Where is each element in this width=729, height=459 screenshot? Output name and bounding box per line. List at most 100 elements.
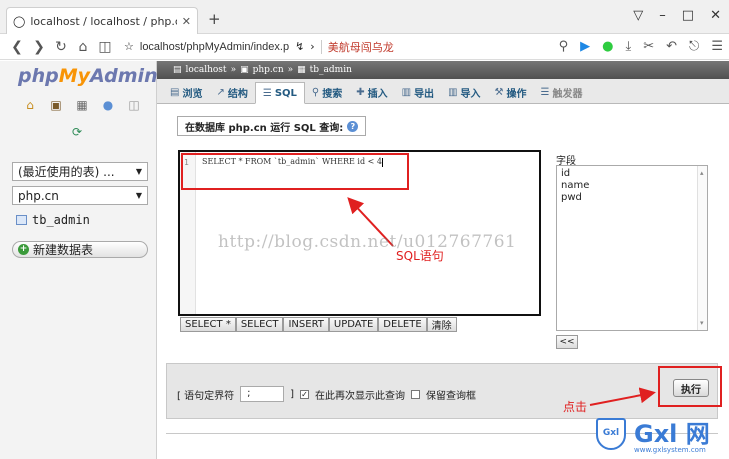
- search-icon[interactable]: ⚲: [559, 39, 569, 54]
- breadcrumb-server[interactable]: localhost: [186, 65, 227, 75]
- download-icon[interactable]: ⤓: [625, 39, 631, 54]
- close-window-button[interactable]: ✕: [710, 8, 721, 23]
- tab-sql[interactable]: ☰ SQL: [254, 82, 305, 104]
- play-icon[interactable]: ▶: [580, 39, 590, 54]
- list-item[interactable]: id: [561, 168, 703, 180]
- lightning-icon[interactable]: ↯: [295, 40, 304, 53]
- tab-label: SQL: [274, 87, 297, 99]
- table-item-tb-admin[interactable]: tb_admin: [16, 213, 90, 227]
- recent-tables-select[interactable]: (最近使用的表) ... ▼: [12, 162, 148, 181]
- toolbar-icons: ⚲ ▶ ● ⤓ ✂ ↶ ⎋ ☰: [559, 39, 723, 54]
- tab-operations[interactable]: ⚒ 操作: [488, 81, 534, 103]
- gxl-logo-url: www.gxlsystem.com: [634, 446, 706, 454]
- tab-label: 导出: [414, 88, 435, 100]
- help-icon[interactable]: ?: [347, 120, 359, 132]
- new-table-button[interactable]: + 新建数据表: [12, 241, 148, 258]
- show-again-checkbox[interactable]: ✓: [300, 389, 309, 399]
- divider: [320, 39, 322, 54]
- menu-icon[interactable]: ☰: [711, 39, 723, 54]
- list-item[interactable]: name: [561, 180, 703, 192]
- breadcrumb: ▤ localhost » ▣ php.cn » ▦ tb_admin: [157, 61, 729, 79]
- minimize-button[interactable]: –: [659, 8, 666, 23]
- exit-icon[interactable]: ▣: [48, 98, 64, 112]
- tab-label: 触发器: [552, 88, 583, 100]
- insert-field-button[interactable]: <<: [556, 335, 578, 349]
- undo-icon[interactable]: ↶: [666, 39, 677, 54]
- back-icon[interactable]: ❮: [6, 39, 28, 55]
- tab-triggers[interactable]: ☰ 触发器: [533, 81, 589, 103]
- delete-button[interactable]: DELETE: [378, 317, 427, 332]
- shield-icon: Gxl: [596, 418, 626, 450]
- database-icon: ▣: [240, 65, 249, 75]
- delimiter-close: ]: [290, 388, 294, 400]
- select-all-button[interactable]: SELECT *: [180, 317, 236, 332]
- insert-button[interactable]: INSERT: [283, 317, 329, 332]
- tab-search[interactable]: ⚲ 搜索: [305, 81, 349, 103]
- keep-box-checkbox[interactable]: [411, 389, 420, 399]
- options-row: [ 语句定界符 ; ] ✓ 在此再次显示此查询 保留查询框: [177, 386, 476, 402]
- url-text[interactable]: localhost/phpMyAdmin/index.p: [140, 41, 289, 53]
- maximize-button[interactable]: □: [682, 8, 694, 23]
- chat-icon[interactable]: ●: [602, 39, 613, 54]
- breadcrumb-sep: »: [230, 65, 237, 75]
- bookmark-link[interactable]: 美航母闯乌龙: [328, 39, 394, 55]
- watermark: http://blog.csdn.net/u012767761: [218, 232, 517, 252]
- new-tab-button[interactable]: +: [208, 10, 221, 28]
- database-select[interactable]: php.cn ▼: [12, 186, 148, 205]
- tab-label: 导入: [460, 88, 481, 100]
- trigger-icon: ☰: [540, 86, 550, 98]
- plus-icon: +: [18, 244, 29, 255]
- window-controls: ▽ – □ ✕: [633, 8, 721, 23]
- structure-icon: ↗: [216, 86, 225, 98]
- quick-icons: ⌂ ▣ ▦ ● ◫: [22, 98, 142, 112]
- tab-import[interactable]: ▥ 导入: [441, 81, 487, 103]
- home-icon[interactable]: ⌂: [72, 39, 94, 55]
- tab-structure[interactable]: ↗ 结构: [209, 81, 254, 103]
- close-tab-icon[interactable]: ✕: [182, 15, 191, 28]
- share-icon[interactable]: ⎋: [689, 39, 699, 54]
- logo-my: My: [58, 65, 91, 87]
- tab-export[interactable]: ▥ 导出: [395, 81, 441, 103]
- pin-icon[interactable]: ▽: [633, 8, 643, 23]
- delimiter-input[interactable]: ;: [240, 386, 285, 402]
- phpmyadmin-logo[interactable]: phpMyAdmin: [18, 65, 158, 87]
- docs-icon[interactable]: ◫: [126, 98, 142, 112]
- chevron-down-icon: ▼: [135, 191, 142, 200]
- execute-highlight-box: [658, 366, 722, 407]
- update-button[interactable]: UPDATE: [328, 317, 379, 332]
- reading-mode-icon[interactable]: ◫: [94, 39, 116, 55]
- table-icon: [16, 215, 27, 225]
- logo-admin: Admin: [90, 65, 158, 87]
- recent-tables-value: (最近使用的表) ...: [18, 165, 115, 179]
- database-value: php.cn: [18, 188, 59, 203]
- select-button[interactable]: SELECT: [235, 317, 284, 332]
- tab-insert[interactable]: ✚ 插入: [349, 81, 394, 103]
- sql-highlight-box: [181, 153, 409, 190]
- home-icon[interactable]: ⌂: [22, 98, 38, 112]
- forward-icon[interactable]: ❯: [28, 39, 50, 55]
- keep-box-label[interactable]: 保留查询框: [426, 387, 476, 402]
- table-item-label: tb_admin: [32, 213, 90, 227]
- list-item[interactable]: pwd: [561, 192, 703, 204]
- address-bar[interactable]: ☆ localhost/phpMyAdmin/index.p ↯ › 美航母闯乌…: [124, 37, 484, 57]
- help-icon[interactable]: ●: [100, 98, 116, 112]
- show-again-label[interactable]: 在此再次显示此查询: [315, 387, 405, 402]
- star-icon[interactable]: ☆: [124, 40, 134, 53]
- query-window-icon[interactable]: ▦: [74, 98, 90, 112]
- browser-tab[interactable]: ◯ localhost / localhost / php.cn / tb ✕: [6, 7, 198, 34]
- refresh-icon[interactable]: ↻: [50, 39, 72, 55]
- breadcrumb-sep: »: [287, 65, 294, 75]
- reload-icon[interactable]: ⟳: [72, 125, 82, 139]
- breadcrumb-table[interactable]: tb_admin: [310, 65, 352, 75]
- delimiter-label: [ 语句定界符: [177, 390, 235, 402]
- clear-button[interactable]: 清除: [426, 317, 457, 332]
- breadcrumb-database[interactable]: php.cn: [253, 65, 284, 75]
- click-annotation: 点击: [563, 400, 588, 414]
- scissors-icon[interactable]: ✂: [643, 39, 654, 54]
- gxl-logo: Gxl Gxl 网 www.gxlsystem.com: [594, 414, 724, 458]
- scrollbar[interactable]: [697, 166, 707, 330]
- new-table-label: 新建数据表: [33, 243, 94, 257]
- tab-browse[interactable]: ▤ 浏览: [163, 81, 209, 103]
- chevron-right-icon[interactable]: ›: [310, 40, 314, 53]
- fields-list[interactable]: id name pwd: [556, 165, 708, 331]
